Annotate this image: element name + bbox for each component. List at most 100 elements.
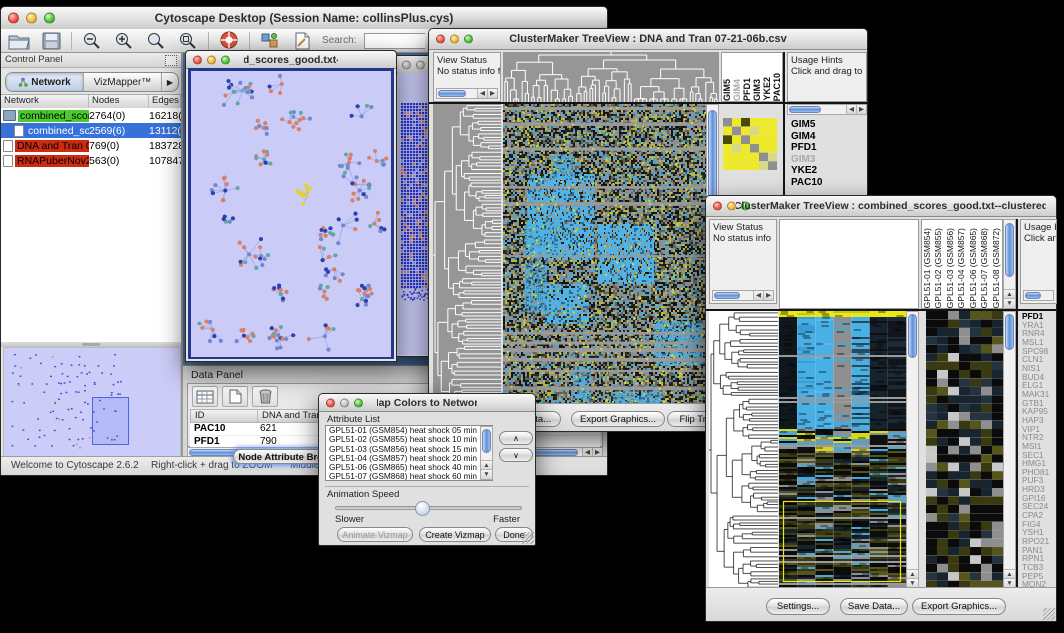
close-button[interactable]	[436, 35, 445, 44]
network-list-item[interactable]: combined_scores 2764(0) 16218(0)	[1, 108, 181, 123]
slider-thumb[interactable]	[415, 501, 430, 516]
attribute-list-vscrollbar[interactable]: ▲ ▼	[480, 426, 493, 480]
heatmap-vscrollbar[interactable]: ▲ ▼	[906, 311, 919, 589]
new-document-icon[interactable]	[222, 386, 248, 407]
scroll-left-icon[interactable]: ◀	[477, 89, 487, 98]
treeview-button[interactable]: Settings...	[766, 598, 830, 615]
close-button[interactable]	[402, 60, 411, 69]
zoom-out-icon[interactable]	[80, 31, 104, 51]
minimize-button[interactable]	[727, 202, 736, 211]
save-icon[interactable]	[39, 31, 63, 51]
condition-label[interactable]: GPL51-04 (GSM857)	[956, 228, 967, 308]
network-list-item[interactable]: DNA and Tran 07 769(0) 183728(0)	[1, 138, 181, 153]
view-status-hscrollbar[interactable]: ◀ ▶	[712, 290, 774, 301]
zoom-button[interactable]	[221, 55, 230, 64]
gene-label[interactable]: PAC10	[791, 177, 865, 189]
create-vizmap-button[interactable]: Create Vizmap	[419, 527, 491, 542]
view-status-hscrollbar[interactable]: ◀ ▶	[436, 88, 498, 99]
tab-network[interactable]: Network	[6, 73, 84, 91]
open-file-icon[interactable]	[7, 31, 31, 51]
gene-label[interactable]: GIM3	[791, 154, 865, 166]
scrollbar-thumb[interactable]	[789, 106, 821, 113]
scrollbar-thumb[interactable]	[714, 292, 740, 299]
trash-icon[interactable]	[252, 386, 278, 407]
annotation-icon[interactable]	[258, 31, 282, 51]
close-button[interactable]	[193, 55, 202, 64]
network-canvas[interactable]	[191, 71, 391, 357]
tab-overflow-arrow[interactable]: ▶	[162, 73, 178, 91]
scroll-right-icon[interactable]: ▶	[856, 105, 866, 114]
minimize-button[interactable]	[416, 60, 425, 69]
scrollbar-thumb[interactable]	[438, 90, 466, 97]
condition-label[interactable]: GPL51-07 (GSM868)	[979, 228, 990, 308]
minimize-button[interactable]	[207, 55, 216, 64]
gene-column-label[interactable]: PAC10	[772, 73, 782, 101]
float-panel-icon[interactable]	[165, 55, 177, 66]
network-list-item[interactable]: combined_sco 2569(6) 13112(15)	[1, 123, 181, 138]
scroll-left-icon[interactable]: ◀	[753, 291, 763, 300]
gene-label[interactable]: PFD1	[791, 142, 865, 154]
gene-label[interactable]: GIM5	[791, 119, 865, 131]
close-button[interactable]	[326, 398, 335, 407]
column-dendrogram-canvas[interactable]	[503, 52, 719, 102]
zoom-in-icon[interactable]	[112, 31, 136, 51]
scrollbar-thumb[interactable]	[482, 429, 491, 453]
scroll-right-icon[interactable]: ▶	[763, 291, 773, 300]
labels-vscrollbar[interactable]: ▲ ▼	[1003, 219, 1016, 309]
gene-column-label[interactable]: GIM3	[752, 79, 762, 101]
treeview-button[interactable]: Save Data...	[840, 598, 908, 615]
birdseye-view-canvas[interactable]	[3, 347, 181, 463]
edit-network-icon[interactable]	[290, 31, 314, 51]
similarity-matrix-canvas[interactable]	[723, 118, 777, 170]
heatmap-canvas[interactable]	[503, 104, 706, 406]
gene-column-label[interactable]: GIM5	[722, 79, 732, 101]
scroll-left-icon[interactable]: ◀	[846, 105, 856, 114]
minimize-button[interactable]	[340, 398, 349, 407]
main-titlebar[interactable]: Cytoscape Desktop (Session Name: collins…	[1, 7, 607, 30]
resize-grip[interactable]	[522, 532, 534, 544]
zoom-selected-icon[interactable]	[144, 31, 168, 51]
zoom-vscrollbar[interactable]: ▲ ▼	[1003, 311, 1016, 589]
close-button[interactable]	[8, 13, 19, 24]
row-dendrogram-canvas[interactable]	[433, 104, 501, 406]
column-id[interactable]: ID	[191, 410, 258, 422]
search-input[interactable]	[364, 33, 425, 49]
column-network[interactable]: Network	[1, 95, 89, 108]
zoom-button[interactable]	[44, 13, 55, 24]
move-up-button[interactable]: ∧	[499, 431, 533, 445]
close-button[interactable]	[713, 202, 722, 211]
dialog-titlebar[interactable]: Map Colors to Network	[319, 394, 535, 412]
condition-label[interactable]: GPL51-02 (GSM855)	[933, 228, 944, 308]
scrollbar-thumb[interactable]	[1005, 223, 1014, 277]
gene-column-label[interactable]: PFD1	[742, 78, 752, 101]
scroll-down-icon[interactable]: ▼	[481, 469, 492, 479]
zoom-heatmap-canvas[interactable]	[926, 311, 1003, 589]
scrollbar-thumb[interactable]	[1025, 292, 1041, 299]
animate-vizmap-button[interactable]: Animate Vizmap	[337, 527, 413, 542]
gene-label[interactable]: YKE2	[791, 165, 865, 177]
treeview-dna-titlebar[interactable]: ClusterMaker TreeView : DNA and Tran 07-…	[429, 29, 867, 50]
zoom-button[interactable]	[354, 398, 363, 407]
condition-label[interactable]: GPL51-01 (GSM854)	[922, 228, 933, 308]
network-titlebar[interactable]: combined_scores_good.txt--cluste...	[186, 51, 396, 69]
table-icon[interactable]	[192, 386, 218, 407]
condition-label[interactable]: GPL51-06 (GSM865)	[968, 228, 979, 308]
usage-hints-hscrollbar[interactable]: ◀ ▶	[787, 104, 867, 115]
network-list-item[interactable]: RNAPuberNov2+ 563(0) 107847(0)	[1, 153, 181, 168]
treeview-button[interactable]: Export Graphics...	[571, 411, 665, 427]
column-nodes[interactable]: Nodes	[89, 95, 149, 108]
zoom-fit-icon[interactable]	[176, 31, 200, 51]
scroll-down-icon[interactable]: ▼	[1004, 298, 1015, 308]
heatmap-canvas[interactable]	[779, 311, 906, 589]
condition-label[interactable]: GPL51-03 (GSM856)	[945, 228, 956, 308]
attribute-list-item[interactable]: GPL51-07 (GSM868) heat shock 60 min	[329, 472, 492, 481]
usage-hints-hscrollbar[interactable]	[1023, 290, 1054, 301]
treeview-combined-titlebar[interactable]: ClusterMaker TreeView : combined_scores_…	[706, 196, 1056, 217]
minimize-button[interactable]	[450, 35, 459, 44]
gene-label[interactable]: GIM4	[791, 131, 865, 143]
gene-column-label[interactable]: YKE2	[762, 77, 772, 101]
column-edges[interactable]: Edges	[149, 95, 181, 108]
row-dendrogram-canvas[interactable]	[709, 311, 778, 589]
condition-label[interactable]: GPL51-08 (GSM872)	[991, 228, 1002, 308]
help-icon[interactable]	[217, 31, 241, 51]
